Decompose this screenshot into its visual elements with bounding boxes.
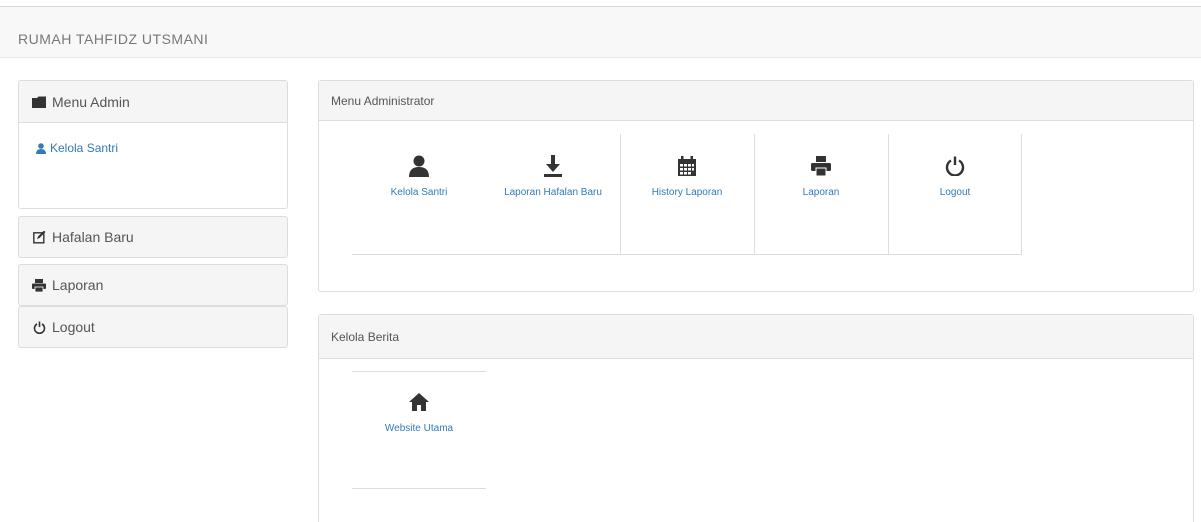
tile-laporan-hafalan-baru[interactable]: Laporan Hafalan Baru [486, 152, 620, 199]
sidebar-menu-admin: Menu Admin Kelola Santri [18, 80, 288, 209]
power-icon [888, 152, 1022, 180]
menu-admin-title: Menu Admin [52, 93, 130, 110]
panel-title-text: Menu Administrator [331, 93, 435, 108]
top-navbar: RUMAH TAHFIDZ UTSMANI [0, 6, 1201, 58]
tile-label: History Laporan [651, 187, 723, 198]
panel-title: Kelola Berita [319, 315, 1193, 359]
tile-website-utama[interactable]: Website Utama [352, 388, 486, 435]
brand-title[interactable]: RUMAH TAHFIDZ UTSMANI [18, 31, 208, 47]
sidebar-link-label: Kelola Santri [50, 141, 119, 155]
tile-label: Logout [939, 187, 971, 198]
folder-icon [31, 95, 47, 109]
edit-icon [31, 230, 47, 244]
tile-label: Kelola Santri [390, 187, 448, 198]
tile-laporan[interactable]: Laporan [754, 152, 888, 199]
sidebar-item-label: Hafalan Baru [52, 229, 134, 245]
power-icon [31, 320, 47, 334]
print-icon [754, 152, 888, 180]
sidebar-item-label: Laporan [52, 277, 104, 293]
user-icon [35, 141, 47, 155]
sidebar-item-label: Logout [52, 319, 95, 335]
tile-label: Website Utama [384, 423, 454, 434]
tile-history-laporan[interactable]: History Laporan [620, 152, 754, 199]
tile-logout[interactable]: Logout [888, 152, 1022, 199]
sidebar-link-kelola-santri[interactable]: Kelola Santri [35, 141, 271, 155]
sidebar-item-logout[interactable]: Logout [18, 306, 288, 348]
menu-admin-header[interactable]: Menu Admin [19, 81, 287, 123]
user-icon [352, 152, 486, 180]
calendar-icon [620, 152, 754, 180]
panel-title: Menu Administrator [319, 81, 1193, 121]
home-icon [352, 388, 486, 416]
panel-title-text: Kelola Berita [331, 329, 400, 344]
tile-label: Laporan [802, 187, 840, 198]
sidebar-item-laporan[interactable]: Laporan [18, 264, 288, 306]
tile-label: Laporan Hafalan Baru [504, 187, 602, 198]
download-icon [486, 152, 620, 180]
tile-kelola-santri[interactable]: Kelola Santri [352, 152, 486, 199]
sidebar-item-hafalan-baru[interactable]: Hafalan Baru [18, 216, 288, 258]
print-icon [31, 278, 47, 292]
